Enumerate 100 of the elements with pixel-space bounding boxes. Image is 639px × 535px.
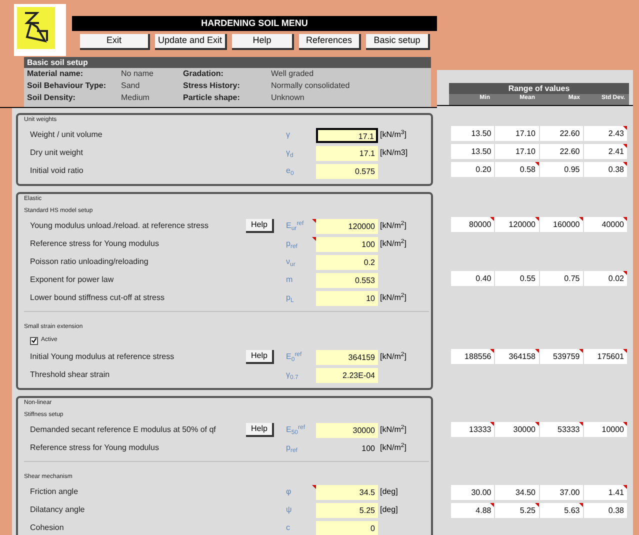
checkbox[interactable] — [30, 336, 38, 344]
value-field[interactable]: 17.1 — [316, 128, 378, 142]
unit-label: [kN/m$^{2}$] — [379, 442, 408, 454]
window-title: HARDENING SOIL MENU — [72, 16, 437, 31]
value-field[interactable]: 364159 — [316, 350, 378, 364]
parameter-label: Friction angle — [29, 486, 80, 498]
value-field[interactable]: 30000 — [316, 422, 378, 438]
field-value: No name — [121, 68, 154, 80]
range-cell: 13.50 — [451, 126, 494, 140]
parameter-label: Weight / unit volume — [29, 129, 104, 141]
unit-label: [kN/m$^{2}$] — [379, 424, 408, 436]
range-cell: 13.50 — [451, 144, 494, 158]
range-cell: 0.58 — [495, 162, 538, 176]
parameter-symbol: p$_{ref}$ — [286, 238, 298, 250]
help-button[interactable]: Help — [246, 423, 274, 437]
range-cell: 4.88 — [451, 502, 494, 518]
field-label: Material name: — [27, 68, 84, 80]
parameter-symbol: γ — [286, 129, 291, 141]
range-cell: 364158 — [495, 348, 538, 364]
unit-label: [kN/m$^{3}$] — [379, 129, 408, 141]
value-field[interactable]: 100 — [316, 236, 378, 252]
parameter-label: Exponent for power law — [29, 274, 115, 286]
comment-marker — [623, 144, 627, 148]
comment-marker — [623, 348, 627, 352]
range-cell: 0.38 — [584, 162, 627, 176]
value-field[interactable]: 100 — [316, 440, 378, 456]
field-label: Particle shape: — [183, 92, 241, 104]
value-field[interactable]: 0.575 — [316, 164, 378, 178]
toolbar-button[interactable]: Basic setup — [366, 34, 430, 50]
unit-label: [deg] — [379, 486, 399, 498]
comment-marker — [623, 126, 627, 130]
range-cell: 5.63 — [540, 502, 583, 518]
parameter-label: Poisson ratio unloading/reloading — [29, 256, 150, 268]
parameter-symbol: m — [286, 274, 294, 286]
range-cell: 120000 — [495, 216, 538, 232]
range-cell: 0.38 — [584, 502, 627, 518]
range-cell: 22.60 — [540, 126, 583, 140]
unit-label: [kN/m$^{2}$] — [379, 220, 408, 232]
check-icon — [31, 337, 37, 344]
range-cell: 22.60 — [540, 144, 583, 158]
help-button[interactable]: Help — [246, 350, 274, 364]
range-cell: 37.00 — [540, 484, 583, 500]
parameter-symbol: γ$_{d}$ — [286, 147, 294, 159]
field-label: Soil Density: — [27, 92, 76, 104]
range-cell: 34.50 — [495, 484, 538, 500]
parameter-label: Cohesion — [29, 522, 65, 534]
field-value: Unknown — [271, 92, 306, 104]
unit-label: [kN/m$^{2}$] — [379, 292, 408, 304]
parameter-symbol: φ — [286, 486, 292, 498]
range-cell: 0.02 — [584, 270, 627, 286]
comment-marker — [623, 162, 627, 166]
value-field[interactable]: 17.1 — [316, 146, 378, 160]
range-cell: 188556 — [451, 348, 494, 364]
value-field[interactable]: 2.23E-04 — [316, 368, 378, 382]
toolbar-button[interactable]: Update and Exit — [155, 34, 227, 50]
comment-marker — [623, 270, 627, 274]
field-value: Medium — [121, 92, 150, 104]
parameter-label: Reference stress for Young modulus — [29, 442, 160, 454]
range-cell: 80000 — [451, 216, 494, 232]
parameter-label: Initial Young modulus at reference stress — [29, 351, 176, 363]
value-field[interactable]: 0.553 — [316, 272, 378, 288]
parameter-symbol: c — [286, 522, 291, 534]
comment-marker — [623, 484, 627, 488]
range-cell: 40000 — [584, 216, 627, 232]
help-button[interactable]: Help — [246, 219, 274, 233]
unit-label: [kN/m$^{2}$] — [379, 238, 408, 250]
range-cell: 0.40 — [451, 270, 494, 286]
range-cell: 5.25 — [495, 502, 538, 518]
toolbar-button[interactable]: Help — [232, 34, 294, 50]
logo-icon — [17, 7, 55, 49]
range-cell: 17.10 — [495, 144, 538, 158]
parameter-label: Dry unit weight — [29, 147, 84, 159]
range-cell: 53333 — [540, 422, 583, 436]
parameter-label: Threshold shear strain — [29, 369, 111, 381]
range-cell: 2.43 — [584, 126, 627, 140]
field-label: Stress History: — [183, 80, 241, 92]
field-label: Soil Behaviour Type: — [27, 80, 107, 92]
parameter-label: Demanded secant reference E modulus at 50% of qf — [29, 424, 217, 436]
range-cell: 160000 — [540, 216, 583, 232]
parameter-symbol: p$_{ref}$ — [286, 442, 298, 454]
range-title: Range of values — [507, 83, 571, 94]
range-cell: 0.75 — [540, 270, 583, 286]
parameter-symbol: e$_{0}$ — [286, 165, 295, 177]
range-cell: 175601 — [584, 348, 627, 364]
parameter-symbol: ν$_{ur}$ — [286, 256, 296, 268]
value-field[interactable]: 5.25 — [316, 502, 378, 518]
field-label: Gradation: — [183, 68, 224, 80]
value-field[interactable]: 10 — [316, 290, 378, 306]
parameter-label: Dilatancy angle — [29, 504, 86, 516]
range-cell: 17.10 — [495, 126, 538, 140]
value-field[interactable]: 0 — [316, 520, 378, 535]
toolbar-button[interactable]: References — [299, 34, 361, 50]
parameter-symbol: p$_{L}$ — [286, 292, 295, 304]
toolbar-button[interactable]: Exit — [80, 34, 150, 50]
range-cell: 0.20 — [451, 162, 494, 176]
unit-label: [kN/m3] — [379, 147, 409, 159]
value-field[interactable]: 34.5 — [316, 484, 378, 500]
field-value: Sand — [121, 80, 141, 92]
value-field[interactable]: 120000 — [316, 218, 378, 234]
value-field[interactable]: 0.2 — [316, 254, 378, 270]
